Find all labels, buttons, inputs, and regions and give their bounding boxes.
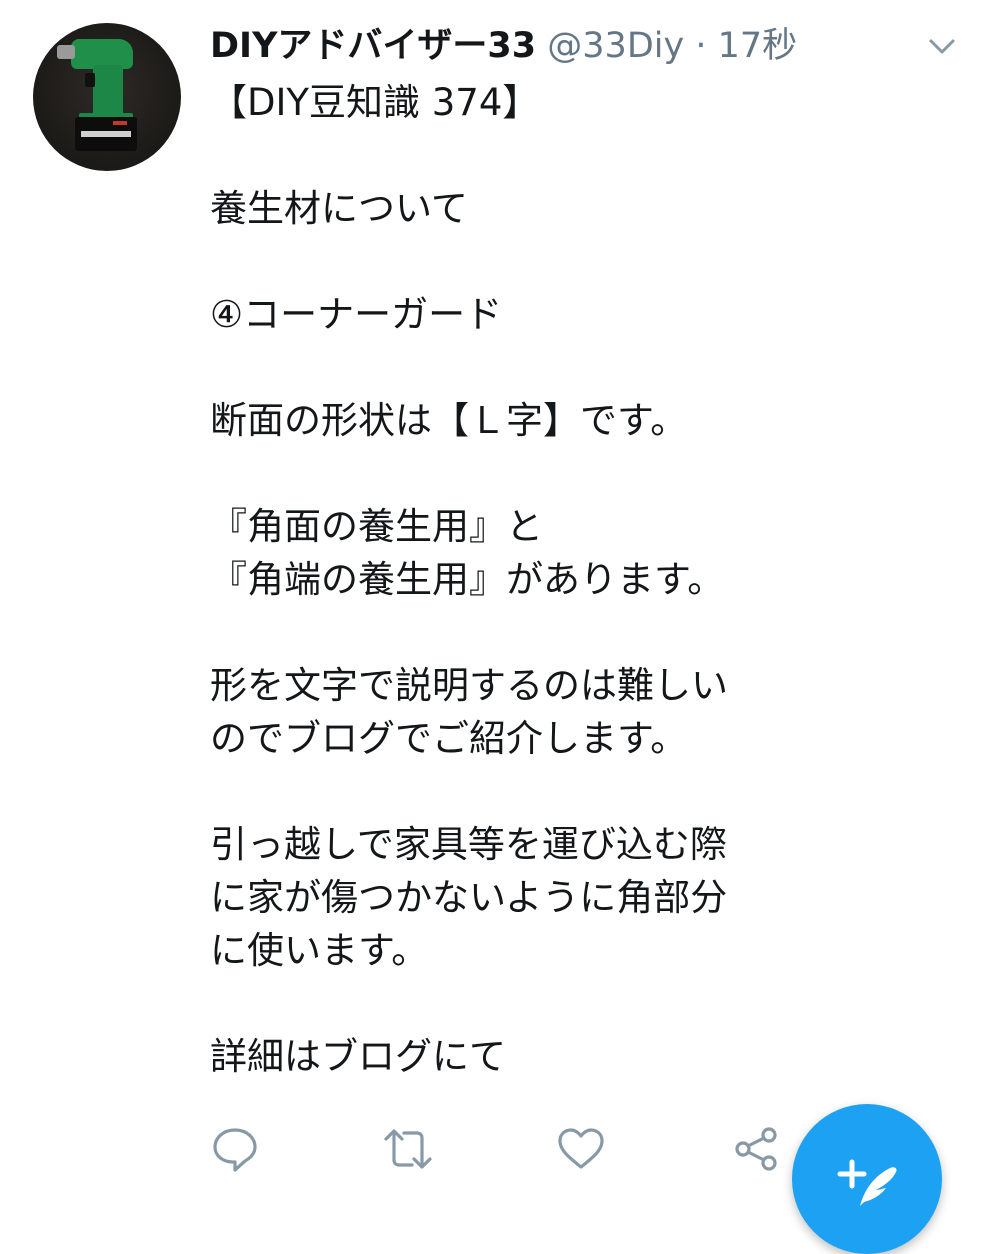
separator: · xyxy=(684,26,718,66)
chevron-down-icon[interactable] xyxy=(926,30,958,62)
drill-image-trigger xyxy=(85,73,95,87)
reply-icon[interactable] xyxy=(208,1122,262,1176)
tweet-header: DIYアドバイザー33 @33Diy · 17秒 xyxy=(210,24,930,68)
drill-image-accent xyxy=(113,121,127,125)
user-handle[interactable]: @33Diy xyxy=(547,26,684,66)
drill-image-chuck xyxy=(57,45,75,59)
drill-image-handle xyxy=(93,65,123,117)
drill-image-label xyxy=(81,131,131,137)
compose-tweet-icon xyxy=(830,1140,906,1220)
timestamp[interactable]: 17秒 xyxy=(718,26,798,66)
retweet-icon[interactable] xyxy=(381,1122,435,1176)
compose-tweet-button[interactable] xyxy=(792,1104,942,1254)
share-icon[interactable] xyxy=(730,1122,784,1176)
tweet[interactable]: DIYアドバイザー33 @33Diy · 17秒 【DIY豆知識 374】 養生… xyxy=(0,0,989,1254)
tweet-text: 【DIY豆知識 374】 養生材について ④コーナーガード 断面の形状は【Ｌ字】… xyxy=(210,81,728,1078)
display-name[interactable]: DIYアドバイザー33 xyxy=(210,26,536,66)
like-icon[interactable] xyxy=(554,1122,608,1176)
avatar[interactable] xyxy=(33,23,181,171)
